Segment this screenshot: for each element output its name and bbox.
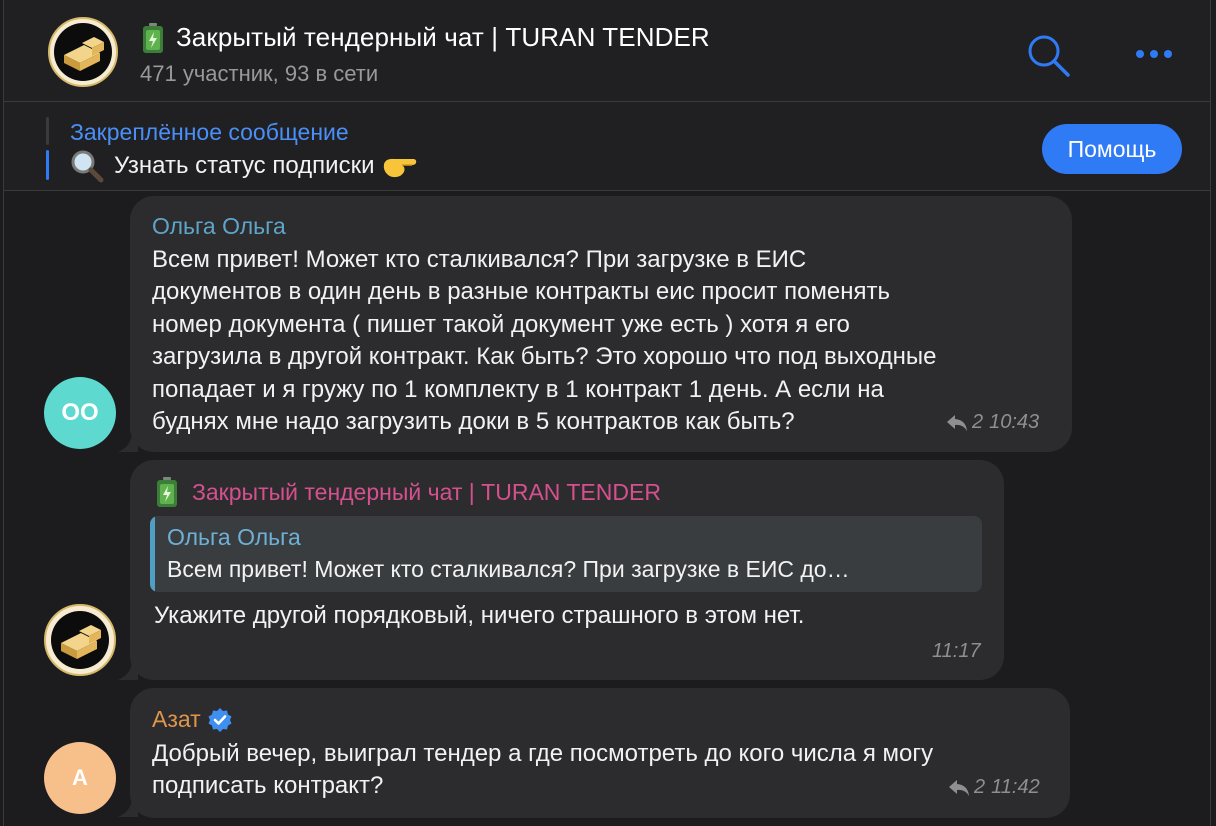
avatar[interactable]: OO — [44, 377, 116, 449]
pinned-text-label: Узнать статус подписки — [114, 152, 375, 179]
battery-icon — [157, 477, 177, 507]
message-time: 11:42 — [991, 776, 1040, 798]
sender-name-label: Азат — [152, 706, 201, 732]
message-time: 11:17 — [932, 640, 981, 662]
chat-avatar[interactable] — [48, 17, 118, 87]
message-line: номер документа ( пишет такой документ у… — [152, 310, 850, 338]
avatar-initials: OO — [61, 399, 99, 426]
reply-count[interactable]: 2 — [972, 411, 983, 434]
message-line: Добрый вечер, выиграл тендер а где посмо… — [152, 740, 934, 767]
message-meta: 2 11:42 — [948, 776, 1040, 799]
reply-arrow-icon[interactable] — [948, 778, 970, 798]
sender-name[interactable]: Азат — [152, 706, 233, 733]
avatar-initials: A — [72, 765, 88, 790]
pointing-hand-emoji-icon — [384, 158, 417, 178]
message-text: Добрый вечер, выиграл тендер а где посмо… — [152, 738, 933, 803]
pinned-message-bar[interactable]: Закреплённое сообщение Узнать статус под… — [4, 102, 1210, 191]
pinned-indicator-active — [46, 150, 49, 180]
message-line: загрузила в другой контракт. Как быть? Э… — [152, 343, 937, 371]
quote-bar — [150, 516, 155, 592]
message-meta: 2 10:43 — [946, 411, 1039, 434]
chat-member-count: 471 участник, 93 в сети — [140, 61, 379, 86]
brick-logo-icon — [51, 611, 109, 669]
reply-count[interactable]: 2 — [974, 776, 985, 799]
brick-logo-icon — [54, 23, 112, 81]
verified-badge-icon — [208, 707, 232, 732]
more-options-icon[interactable] — [1132, 44, 1176, 64]
reply-quote[interactable]: Ольга Ольга Всем привет! Может кто сталк… — [150, 516, 982, 592]
battery-icon — [143, 22, 163, 53]
message-bubble[interactable]: Ольга Ольга Всем привет! Может кто сталк… — [130, 196, 1072, 452]
search-icon[interactable] — [1026, 33, 1070, 77]
message-text: Всем привет! Может кто сталкивался? При … — [152, 244, 936, 438]
chat-header: Закрытый тендерный чат | TURAN TENDER 47… — [4, 0, 1210, 102]
message-line: попадает и я гружу по 1 комплекту в 1 ко… — [152, 375, 884, 403]
message-bubble[interactable]: Закрытый тендерный чат | TURAN TENDER Ол… — [130, 460, 1004, 680]
quote-sender: Ольга Ольга — [167, 524, 301, 550]
avatar[interactable]: A — [44, 742, 116, 814]
magnifier-emoji-icon — [71, 150, 104, 183]
avatar[interactable] — [44, 604, 116, 676]
sender-name[interactable]: Закрытый тендерный чат | TURAN TENDER — [156, 477, 661, 507]
pinned-text: Узнать статус подписки — [70, 149, 418, 183]
message-bubble[interactable]: Азат Добрый вечер, выиграл тендер а где … — [130, 688, 1070, 818]
message-line: Всем привет! Может кто сталкивался? При … — [152, 246, 807, 273]
message-time: 10:43 — [989, 411, 1040, 433]
message-line: подписать контракт? — [152, 772, 384, 800]
message-meta: 11:17 — [932, 640, 981, 663]
message-line: буднях мне надо загрузить доки в 5 контр… — [152, 408, 795, 436]
message-text: Укажите другой порядковый, ничего страшн… — [154, 602, 805, 629]
message-line: документов в один день в разные контракт… — [152, 278, 891, 306]
sender-name-label: Закрытый тендерный чат | TURAN TENDER — [192, 478, 661, 505]
pinned-indicator — [46, 117, 49, 145]
chat-window: Закрытый тендерный чат | TURAN TENDER 47… — [3, 0, 1211, 826]
chat-title[interactable]: Закрытый тендерный чат | TURAN TENDER — [176, 22, 710, 53]
help-button[interactable]: Помощь — [1042, 124, 1182, 174]
sender-name[interactable]: Ольга Ольга — [152, 213, 286, 240]
quote-text: Всем привет! Может кто сталкивался? При … — [167, 556, 850, 582]
pinned-title: Закреплённое сообщение — [70, 119, 349, 145]
reply-arrow-icon[interactable] — [946, 413, 968, 433]
